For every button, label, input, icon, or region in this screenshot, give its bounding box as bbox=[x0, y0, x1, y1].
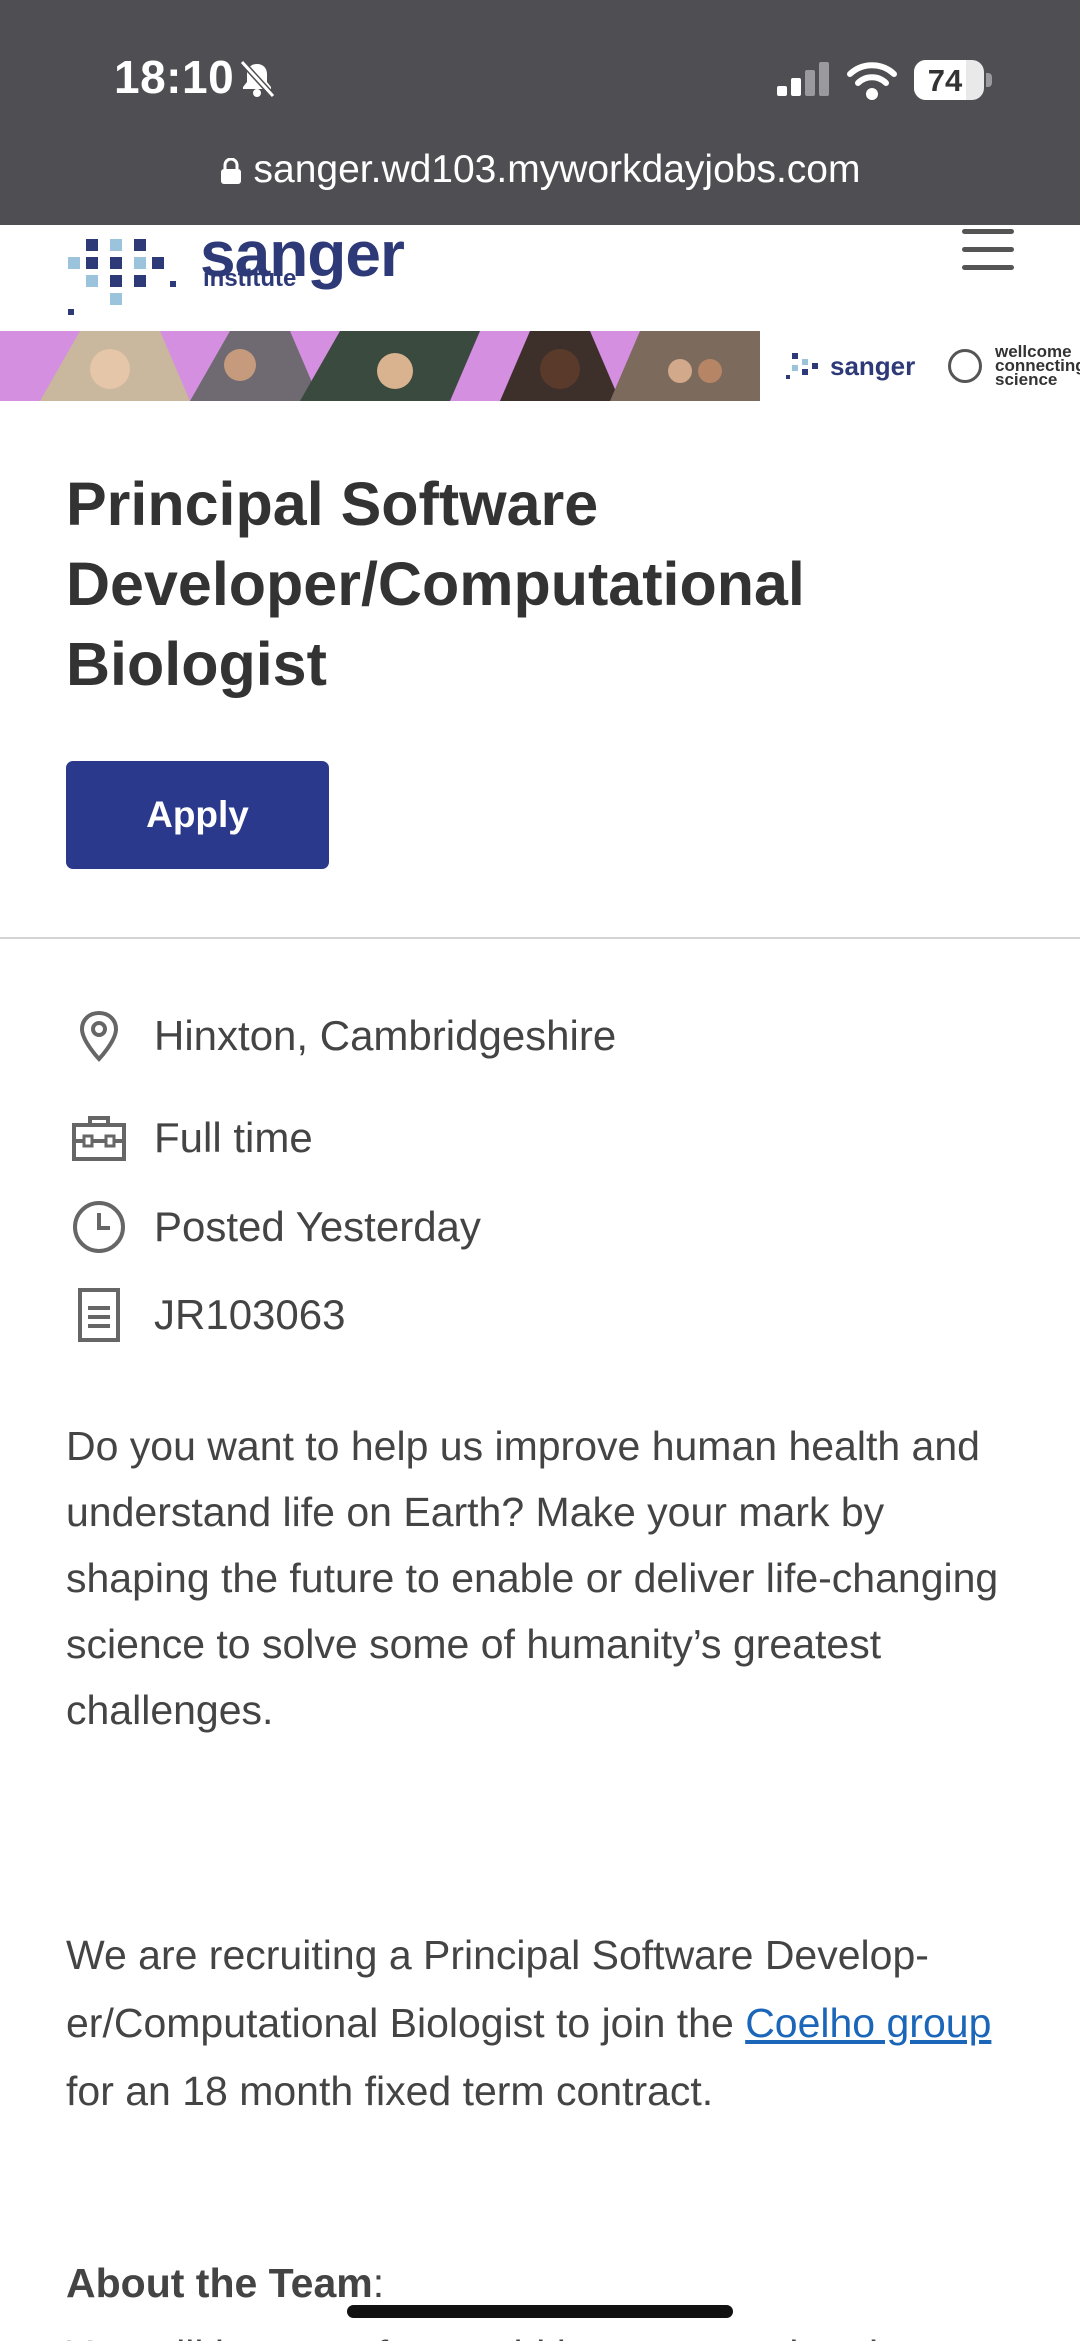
signal-icon bbox=[777, 62, 829, 96]
job-title: Principal Software Developer/Computation… bbox=[66, 470, 805, 698]
coelho-group-link[interactable]: Coelho group bbox=[745, 2000, 991, 2046]
lock-icon bbox=[220, 158, 241, 184]
detail-req-id: JR103063 bbox=[70, 1285, 345, 1345]
req-id-text: JR103063 bbox=[154, 1291, 346, 1338]
apply-button[interactable]: Apply bbox=[66, 761, 329, 869]
recruit-text-after: for an 18 month fixed term contract. bbox=[66, 2068, 714, 2114]
about-heading-text: About the Team bbox=[66, 2260, 373, 2306]
banner-wellcome-text: wellcome connecting science bbox=[995, 343, 1080, 389]
sanger-logo-mark[interactable] bbox=[64, 217, 188, 325]
site-header: sanger institute bbox=[0, 218, 1080, 332]
battery-indicator: 74 bbox=[914, 60, 984, 100]
address-bar[interactable]: sanger.wd103.myworkdayjobs.com bbox=[0, 148, 1080, 192]
recruit-paragraph: We are recruiting a Principal Software D… bbox=[66, 1921, 1026, 2125]
wellcome-logo-icon bbox=[948, 349, 982, 383]
banner-photo-strip bbox=[40, 331, 760, 401]
time-type-text: Full time bbox=[154, 1114, 313, 1161]
briefcase-icon bbox=[72, 1116, 126, 1161]
banner-sanger-mark bbox=[786, 353, 818, 379]
divider bbox=[0, 937, 1080, 939]
about-heading-colon: : bbox=[372, 2260, 385, 2306]
hero-banner: sanger wellcome connecting science bbox=[0, 331, 1080, 401]
intro-paragraph: Do you want to help us improve human hea… bbox=[66, 1423, 999, 1733]
battery-percent: 74 bbox=[927, 63, 963, 98]
browser-top-bar: 18:10 74 sanger.wd103.myworkdayjobs.com bbox=[0, 0, 1080, 225]
clock-icon bbox=[73, 1201, 125, 1253]
about-team-heading: About the Team: bbox=[66, 2260, 384, 2307]
detail-time-type: Full time bbox=[70, 1108, 313, 1168]
detail-location: Hinxton, Cambridgeshire bbox=[70, 1006, 616, 1066]
status-time: 18:10 bbox=[114, 51, 235, 103]
wellcome-line-3: science bbox=[995, 370, 1058, 389]
battery-tip bbox=[986, 73, 992, 87]
url-text: sanger.wd103.myworkdayjobs.com bbox=[253, 148, 861, 191]
map-pin-icon bbox=[79, 1010, 119, 1062]
wifi-icon bbox=[847, 62, 897, 100]
bell-slash-icon bbox=[239, 59, 276, 99]
banner-sanger-text: sanger bbox=[830, 351, 916, 381]
detail-posted: Posted Yesterday bbox=[70, 1197, 481, 1257]
location-text: Hinxton, Cambridgeshire bbox=[154, 1012, 617, 1059]
posted-text: Posted Yesterday bbox=[154, 1203, 481, 1250]
next-paragraph-partial: You will be part of an ambitious new and… bbox=[66, 2325, 1026, 2341]
logo-subtitle: institute bbox=[203, 265, 297, 292]
document-icon bbox=[78, 1288, 120, 1342]
home-indicator[interactable] bbox=[347, 2305, 733, 2318]
hamburger-menu-icon[interactable] bbox=[962, 229, 1014, 271]
